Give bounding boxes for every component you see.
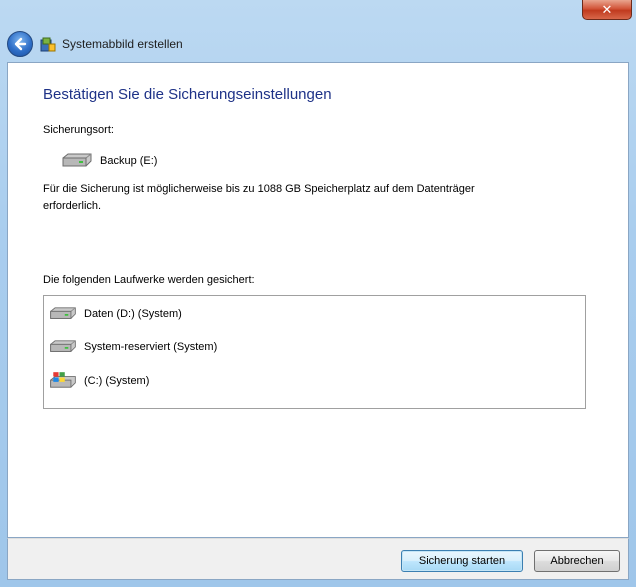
page-heading: Bestätigen Sie die Sicherungseinstellung… [43,86,332,103]
navigation-bar: Systemabbild erstellen [0,28,636,62]
back-button[interactable] [7,31,33,57]
list-item[interactable]: Daten (D:) (System) [48,306,182,322]
footer-bar: Sicherung starten Abbrechen [7,538,629,580]
windows-drive-icon [50,372,76,388]
hard-drive-icon [50,307,76,319]
close-button[interactable]: ✕ [582,0,632,20]
backup-wizard-window: ✕ Systemabbild erstellen Bestätigen Sie … [0,0,636,587]
backup-app-icon [40,37,56,52]
drive-label: Daten (D:) (System) [84,308,182,320]
window-title: Systemabbild erstellen [62,37,183,51]
close-icon: ✕ [601,1,613,17]
backup-location-drive: Backup (E:) [60,153,157,169]
cancel-button[interactable]: Abbrechen [534,550,620,572]
list-item[interactable]: System-reserviert (System) [48,339,217,355]
drives-list[interactable]: Daten (D:) (System) System-reserviert (S… [43,295,586,409]
drive-label: (C:) (System) [84,375,150,387]
drive-label: System-reserviert (System) [84,341,218,353]
drives-list-label: Die folgenden Laufwerke werden gesichert… [43,274,255,286]
hard-drive-icon [62,153,92,167]
back-arrow-icon [14,37,27,51]
space-note-line1: Für die Sicherung ist möglicherweise bis… [43,183,475,195]
backup-location-drive-label: Backup (E:) [100,155,158,167]
content-panel: Bestätigen Sie die Sicherungseinstellung… [7,62,629,538]
space-note-line2: erforderlich. [43,200,102,212]
list-item[interactable]: (C:) (System) [48,371,149,391]
hard-drive-icon [50,340,76,352]
backup-location-label: Sicherungsort: [43,124,114,136]
start-backup-button[interactable]: Sicherung starten [401,550,523,572]
